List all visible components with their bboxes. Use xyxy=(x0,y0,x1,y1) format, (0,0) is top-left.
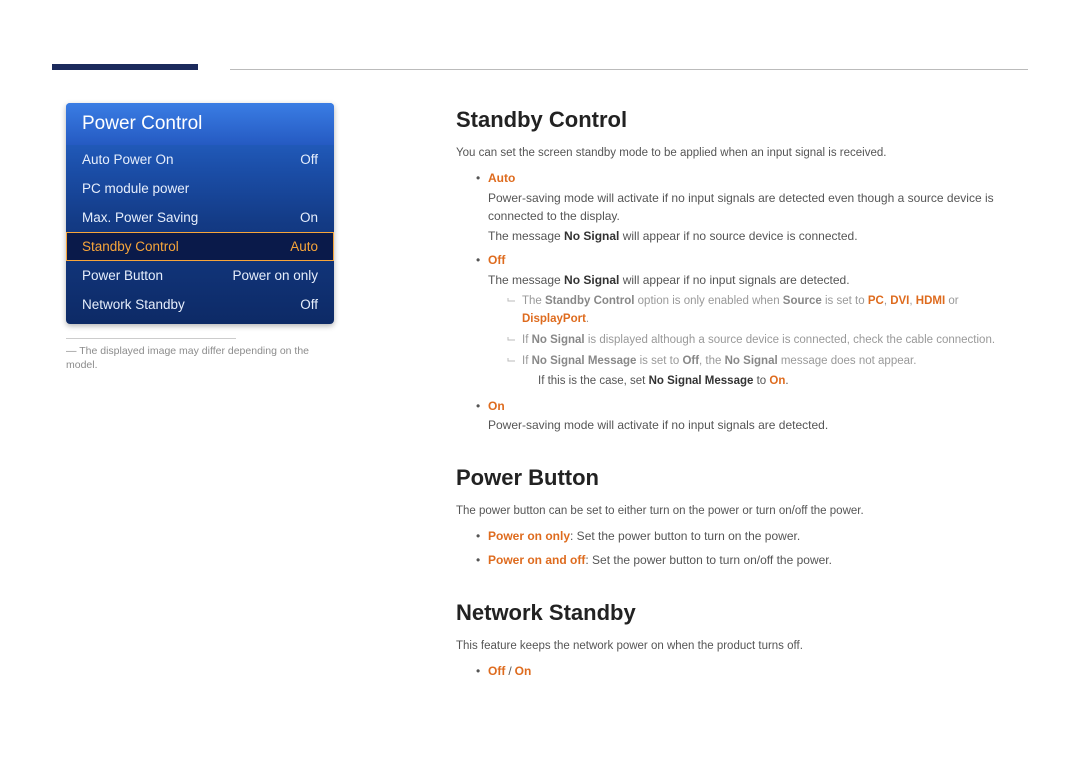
menu-value: Off xyxy=(300,297,318,312)
text-fragment: option is only enabled when xyxy=(634,295,782,307)
text-fragment: message does not appear. xyxy=(778,355,917,367)
standby-note-3-sub: If this is the case, set No Signal Messa… xyxy=(538,373,1028,391)
option-on: On xyxy=(515,664,532,678)
option-label: Power on and off xyxy=(488,553,585,567)
power-button-intro: The power button can be set to either tu… xyxy=(456,503,1028,521)
menu-label: Auto Power On xyxy=(82,152,174,167)
menu-item-auto-power-on[interactable]: Auto Power On Off xyxy=(66,145,334,174)
option-label-off: Off xyxy=(488,253,505,267)
auto-description-1: Power-saving mode will activate if no in… xyxy=(488,189,1028,226)
header-accent-bar xyxy=(52,64,198,70)
text-fragment: , the xyxy=(699,355,725,367)
text-fragment: HDMI xyxy=(916,295,945,307)
on-description: Power-saving mode will activate if no in… xyxy=(488,416,1028,435)
menu-item-network-standby[interactable]: Network Standby Off xyxy=(66,290,334,324)
text-fragment: No Signal xyxy=(532,334,585,346)
standby-option-list: Auto Power-saving mode will activate if … xyxy=(476,169,1028,435)
menu-value: On xyxy=(300,210,318,225)
menu-title: Power Control xyxy=(66,103,334,145)
text-fragment: will appear if no source device is conne… xyxy=(619,229,857,243)
footnote-content: The displayed image may differ depending… xyxy=(66,345,309,371)
option-label: Power on only xyxy=(488,529,570,543)
text-fragment: . xyxy=(586,313,589,325)
option-off: Off xyxy=(488,664,505,678)
text-fragment: . xyxy=(785,375,788,387)
menu-label: Standby Control xyxy=(82,239,179,254)
menu-value: Auto xyxy=(290,239,318,254)
text-fragment: DVI xyxy=(890,295,909,307)
text-fragment: On xyxy=(769,375,785,387)
standby-option-on: On Power-saving mode will activate if no… xyxy=(476,397,1028,435)
pb-option-power-on-only: Power on only: Set the power button to t… xyxy=(476,527,1028,546)
menu-value: Off xyxy=(300,152,318,167)
menu-value: Power on only xyxy=(232,268,318,283)
text-fragment: is set to xyxy=(636,355,682,367)
heading-network-standby: Network Standby xyxy=(456,596,1028,630)
menu-item-standby-control[interactable]: Standby Control Auto xyxy=(66,232,334,261)
standby-option-off: Off The message No Signal will appear if… xyxy=(476,251,1028,390)
menu-label: Network Standby xyxy=(82,297,185,312)
power-button-option-list: Power on only: Set the power button to t… xyxy=(476,527,1028,570)
menu-label: Power Button xyxy=(82,268,163,283)
text-fragment: The message xyxy=(488,229,564,243)
dash-icon xyxy=(506,334,517,345)
heading-power-button: Power Button xyxy=(456,461,1028,495)
network-options: Off/On xyxy=(476,662,1028,681)
text-fragment: No Signal Message xyxy=(532,355,637,367)
text-fragment: Source xyxy=(783,295,822,307)
standby-note-2: If No Signal is displayed although a sou… xyxy=(506,332,1028,350)
text-fragment: No Signal xyxy=(725,355,778,367)
slash-separator: / xyxy=(505,664,514,678)
menu-item-max-power-saving[interactable]: Max. Power Saving On xyxy=(66,203,334,232)
standby-note-1: The Standby Control option is only enabl… xyxy=(506,293,1028,329)
dash-icon xyxy=(506,355,517,366)
network-standby-option-list: Off/On xyxy=(476,662,1028,681)
dash-icon xyxy=(506,295,517,306)
menu-label: PC module power xyxy=(82,181,189,196)
option-text: : Set the power button to turn on/off th… xyxy=(585,553,832,567)
text-fragment: will appear if no input signals are dete… xyxy=(619,273,849,287)
standby-option-auto: Auto Power-saving mode will activate if … xyxy=(476,169,1028,245)
text-fragment: is displayed although a source device is… xyxy=(585,334,995,346)
heading-standby-control: Standby Control xyxy=(456,103,1028,137)
menu-item-pc-module-power[interactable]: PC module power xyxy=(66,174,334,203)
footnote-text: ― The displayed image may differ dependi… xyxy=(66,345,334,372)
text-fragment: If this is the case, set xyxy=(538,375,649,387)
off-description: The message No Signal will appear if no … xyxy=(488,271,1028,290)
footnote-rule xyxy=(66,338,236,339)
no-signal-bold: No Signal xyxy=(564,229,619,243)
text-fragment: is set to xyxy=(822,295,868,307)
auto-description-2: The message No Signal will appear if no … xyxy=(488,227,1028,246)
option-label-on: On xyxy=(488,399,505,413)
standby-intro: You can set the screen standby mode to b… xyxy=(456,145,1028,163)
text-fragment: No Signal Message xyxy=(649,375,754,387)
header-rule xyxy=(230,69,1028,70)
menu-item-power-button[interactable]: Power Button Power on only xyxy=(66,261,334,290)
text-fragment: The message xyxy=(488,273,564,287)
text-fragment: Off xyxy=(682,355,699,367)
network-standby-intro: This feature keeps the network power on … xyxy=(456,638,1028,656)
text-fragment: or xyxy=(945,295,958,307)
no-signal-bold: No Signal xyxy=(564,273,619,287)
text-fragment: If xyxy=(522,355,532,367)
text-fragment: The xyxy=(522,295,545,307)
text-fragment: to xyxy=(753,375,769,387)
text-fragment: If xyxy=(522,334,532,346)
pb-option-power-on-and-off: Power on and off: Set the power button t… xyxy=(476,551,1028,570)
text-fragment: Standby Control xyxy=(545,295,634,307)
text-fragment: DisplayPort xyxy=(522,313,586,325)
text-fragment: PC xyxy=(868,295,884,307)
menu-label: Max. Power Saving xyxy=(82,210,198,225)
option-text: : Set the power button to turn on the po… xyxy=(570,529,800,543)
power-control-menu: Power Control Auto Power On Off PC modul… xyxy=(66,103,334,324)
left-column: Power Control Auto Power On Off PC modul… xyxy=(66,103,334,372)
right-column: Standby Control You can set the screen s… xyxy=(456,103,1028,680)
standby-note-3: If No Signal Message is set to Off, the … xyxy=(506,353,1028,391)
standby-notes-list: The Standby Control option is only enabl… xyxy=(506,293,1028,390)
option-label-auto: Auto xyxy=(488,171,515,185)
